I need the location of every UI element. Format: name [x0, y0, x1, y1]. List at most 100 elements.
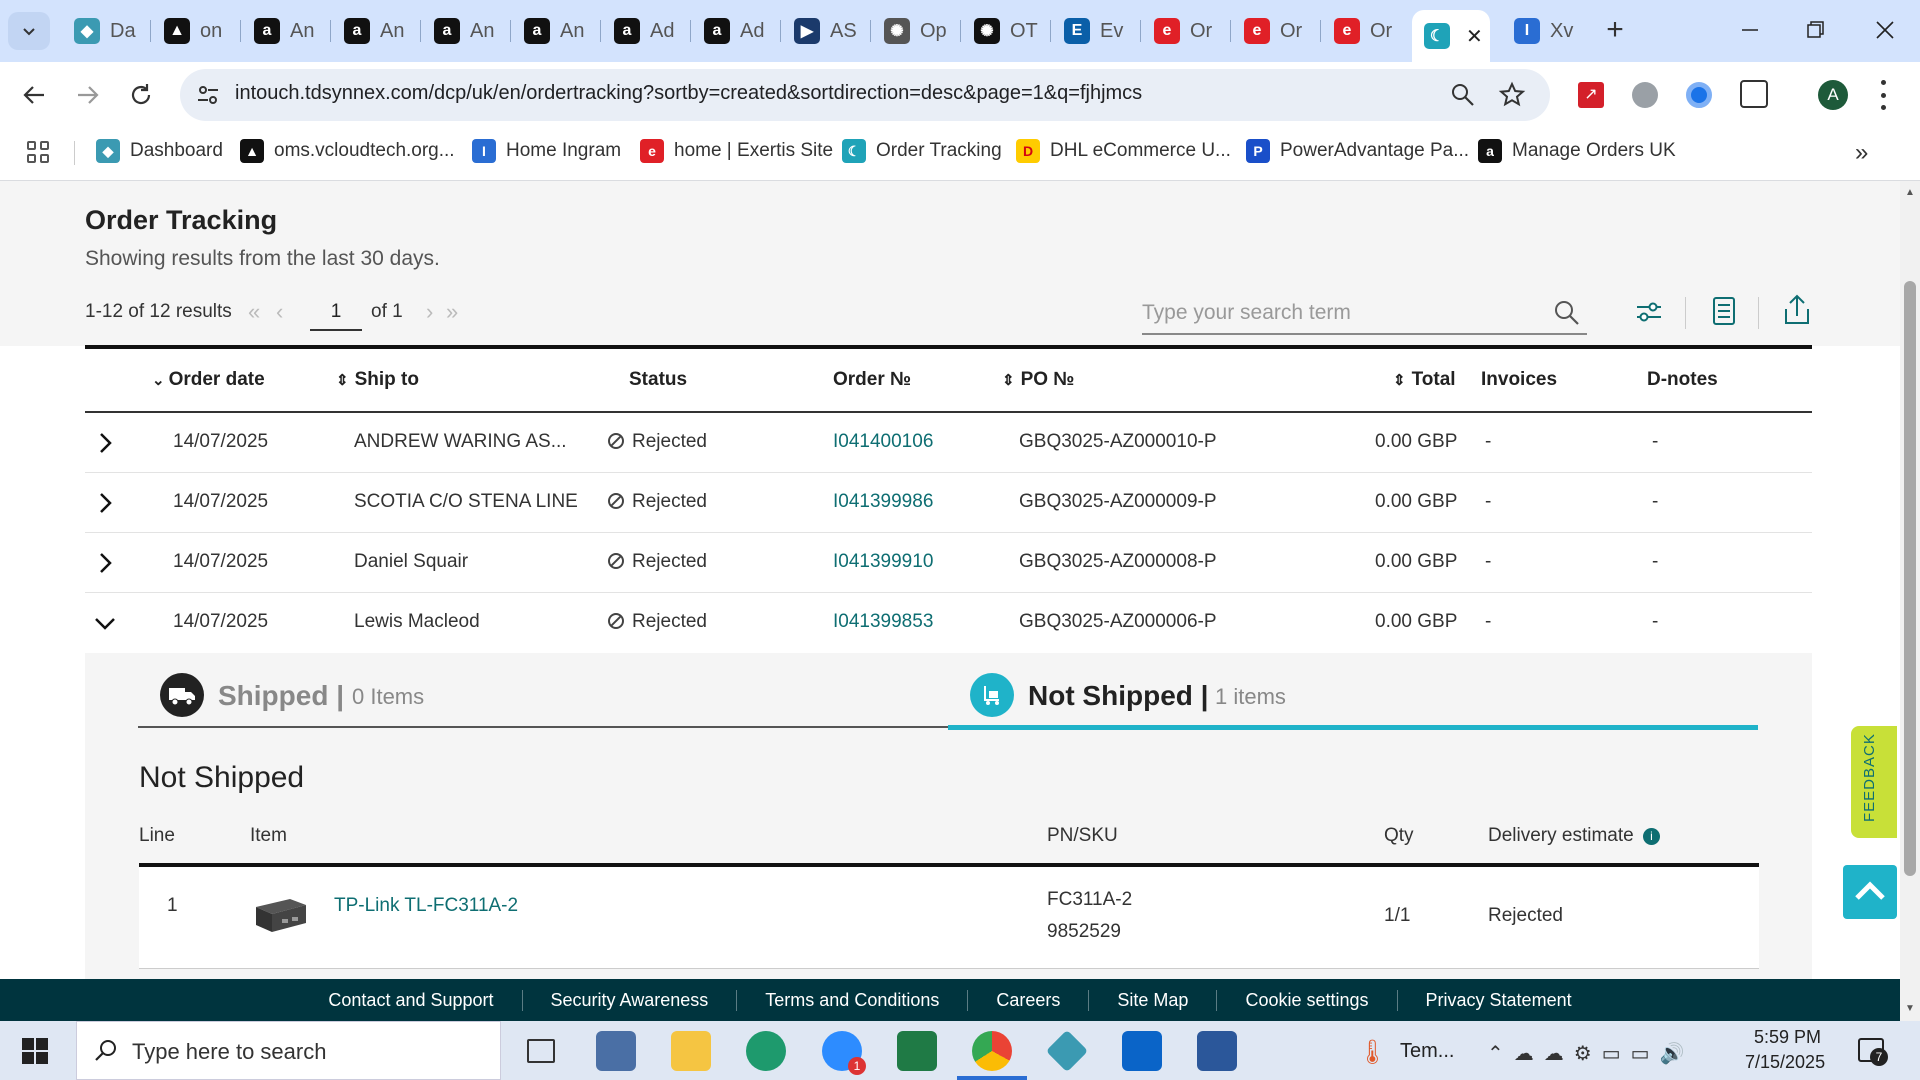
taskbar-search-box[interactable]: Type here to search — [76, 1021, 501, 1080]
zoom-app-icon[interactable]: 1 — [822, 1031, 866, 1075]
tab-search-button[interactable] — [8, 12, 50, 50]
table-row[interactable]: 14/07/2025 SCOTIA C/O STENA LINE Rejected I… — [85, 473, 1812, 533]
bookmark-item[interactable]: ▲ oms.vcloudtech.org... — [240, 139, 455, 163]
task-view-icon[interactable] — [527, 1039, 555, 1063]
first-page-button[interactable]: « — [248, 299, 260, 325]
app-diamond-icon[interactable] — [1045, 1029, 1089, 1073]
browser-tab[interactable]: I Xv — [1502, 10, 1588, 52]
scroll-down-arrow[interactable]: ▼ — [1905, 1003, 1915, 1014]
weather-text[interactable]: Tem... — [1400, 1040, 1454, 1063]
chevron-down-icon[interactable] — [93, 611, 117, 635]
browser-tab[interactable]: E Ev — [1052, 10, 1138, 52]
edge-icon[interactable] — [746, 1031, 786, 1071]
word-icon[interactable] — [1197, 1031, 1237, 1071]
table-row[interactable]: 14/07/2025 Lewis Macleod Rejected I04139985… — [85, 593, 1812, 653]
ring-extension-icon[interactable] — [1686, 82, 1712, 108]
back-to-top-button[interactable] — [1843, 865, 1897, 919]
document-list-icon[interactable] — [1709, 295, 1739, 327]
column-order-date[interactable]: ⌄ Order date — [152, 369, 265, 391]
globe-extension-icon[interactable] — [1632, 82, 1658, 108]
browser-tab[interactable]: ✺ OT — [962, 10, 1048, 52]
site-info-icon[interactable] — [196, 83, 220, 107]
bookmark-item[interactable]: ☾ Order Tracking — [842, 139, 1002, 163]
footer-link[interactable]: Security Awareness — [523, 989, 738, 1011]
browser-tab[interactable]: a An — [422, 10, 508, 52]
scrollbar[interactable]: ▲ ▼ — [1900, 181, 1920, 1021]
browser-tab[interactable]: a An — [332, 10, 418, 52]
info-icon[interactable]: i — [1643, 828, 1660, 845]
order-number-link[interactable]: I041400106 — [833, 431, 933, 453]
browser-tab[interactable]: ◆ Da — [62, 10, 148, 52]
pdf-extension-icon[interactable]: ↗ — [1578, 82, 1604, 108]
export-share-icon[interactable] — [1782, 293, 1812, 327]
clock-time[interactable]: 5:59 PM — [1754, 1027, 1821, 1048]
calculator-icon[interactable] — [596, 1031, 636, 1071]
table-row[interactable]: 14/07/2025 Daniel Squair Rejected I04139991… — [85, 533, 1812, 593]
prev-page-button[interactable]: ‹ — [276, 299, 283, 325]
chrome-icon[interactable] — [972, 1031, 1012, 1071]
footer-link[interactable]: Site Map — [1089, 989, 1218, 1011]
shipped-tab[interactable]: Shipped | 0 Items — [138, 653, 948, 728]
browser-tab[interactable]: ▶ AS — [782, 10, 868, 52]
back-button[interactable] — [18, 78, 52, 112]
weather-icon[interactable]: 🌡 — [1357, 1038, 1387, 1066]
minimize-button[interactable] — [1735, 10, 1765, 50]
footer-link[interactable]: Cookie settings — [1217, 989, 1398, 1011]
browser-tab[interactable]: e Or — [1232, 10, 1318, 52]
browser-tab[interactable]: ☾ ✕ — [1412, 10, 1490, 62]
bookmark-item[interactable]: P PowerAdvantage Pa... — [1246, 139, 1469, 163]
search-icon[interactable] — [1553, 299, 1581, 327]
start-button[interactable] — [22, 1038, 48, 1064]
bookmark-star-icon[interactable] — [1498, 81, 1526, 109]
avatar[interactable]: A — [1818, 80, 1848, 110]
bookmark-item[interactable]: ◆ Dashboard — [96, 139, 223, 163]
excel-icon[interactable] — [897, 1031, 937, 1071]
footer-link[interactable]: Careers — [968, 989, 1090, 1011]
browser-tab[interactable]: a An — [512, 10, 598, 52]
outlook-icon[interactable] — [1122, 1031, 1162, 1071]
extensions-puzzle-icon[interactable] — [1740, 80, 1768, 108]
close-tab-icon[interactable]: ✕ — [1466, 24, 1483, 49]
restore-button[interactable] — [1800, 10, 1830, 50]
chevron-right-icon[interactable] — [93, 491, 117, 515]
bookmark-item[interactable]: I Home Ingram — [472, 139, 621, 163]
filter-sliders-icon[interactable] — [1634, 297, 1664, 327]
file-explorer-icon[interactable] — [671, 1031, 711, 1071]
not-shipped-tab[interactable]: Not Shipped | 1 items — [948, 653, 1758, 730]
notification-icon[interactable]: 7 — [1858, 1038, 1888, 1066]
page-number-input[interactable]: 1 — [310, 297, 362, 331]
bookmark-item[interactable]: e home | Exertis Site — [640, 139, 833, 163]
last-page-button[interactable]: » — [446, 299, 458, 325]
footer-link[interactable]: Contact and Support — [300, 989, 523, 1011]
system-tray-icons[interactable]: ⌃☁☁⚙▭▭🔊 — [1487, 1041, 1694, 1066]
forward-button[interactable] — [70, 78, 104, 112]
close-window-button[interactable] — [1870, 10, 1900, 50]
next-page-button[interactable]: › — [426, 299, 433, 325]
footer-link[interactable]: Terms and Conditions — [737, 989, 969, 1011]
order-number-link[interactable]: I041399910 — [833, 551, 933, 573]
scroll-up-arrow[interactable]: ▲ — [1905, 187, 1915, 198]
browser-tab[interactable]: e Or — [1142, 10, 1228, 52]
zoom-icon[interactable] — [1450, 82, 1476, 108]
table-row[interactable]: 14/07/2025 ANDREW WARING AS... Rejected I04… — [85, 413, 1812, 473]
browser-tab[interactable]: e Or — [1322, 10, 1408, 52]
address-bar[interactable]: intouch.tdsynnex.com/dcp/uk/en/ordertrac… — [180, 69, 1550, 121]
apps-grid-icon[interactable] — [27, 141, 49, 163]
search-input[interactable]: Type your search term — [1142, 291, 1587, 335]
column-po-no[interactable]: ⇕ PO № — [1002, 369, 1075, 391]
browser-tab[interactable]: ▲ on — [152, 10, 238, 52]
order-number-link[interactable]: I041399853 — [833, 611, 933, 633]
browser-tab[interactable]: a An — [242, 10, 328, 52]
browser-tab[interactable]: a Ad — [692, 10, 778, 52]
new-tab-button[interactable]: + — [1598, 14, 1632, 48]
more-bookmarks-icon[interactable]: » — [1855, 139, 1868, 167]
clock-date[interactable]: 7/15/2025 — [1745, 1052, 1825, 1073]
scrollbar-thumb[interactable] — [1904, 281, 1916, 876]
reload-button[interactable] — [124, 78, 158, 112]
footer-link[interactable]: Privacy Statement — [1398, 990, 1600, 1011]
column-ship-to[interactable]: ⇕ Ship to — [336, 369, 419, 391]
bookmark-item[interactable]: D DHL eCommerce U... — [1016, 139, 1231, 163]
column-total[interactable]: ⇕ Total — [1393, 369, 1456, 391]
chevron-right-icon[interactable] — [93, 431, 117, 455]
bookmark-item[interactable]: a Manage Orders UK — [1478, 139, 1676, 163]
